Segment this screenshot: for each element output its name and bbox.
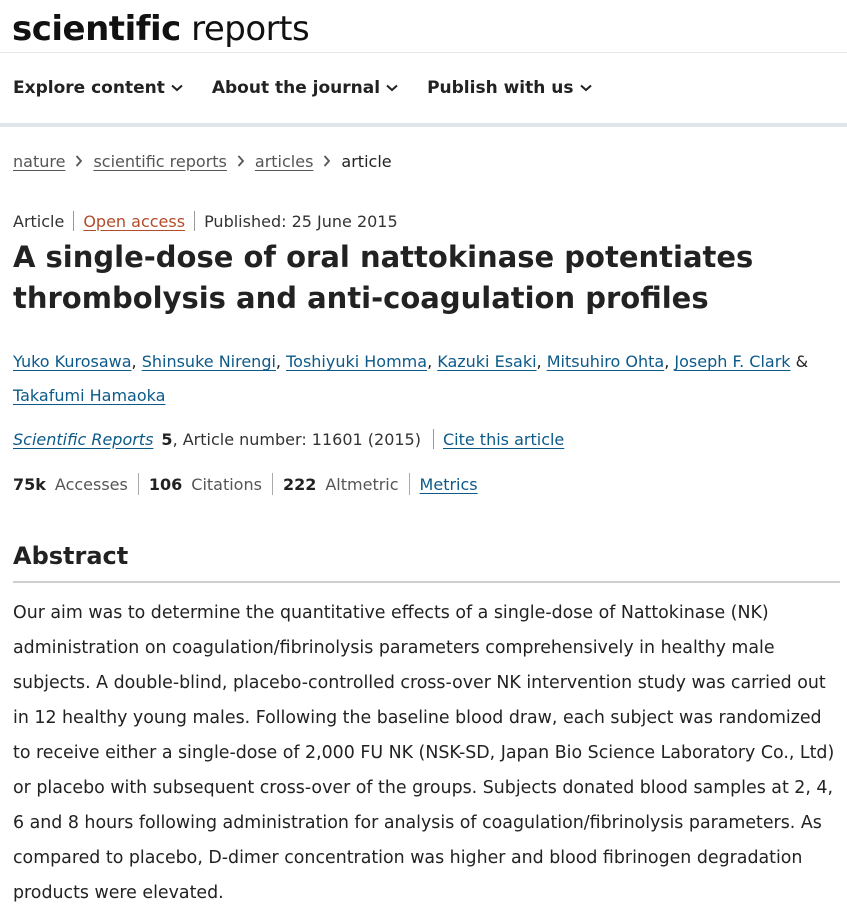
altmetric-label: Altmetric [325,474,399,494]
author-list: Yuko Kurosawa, Shinsuke Nirengi, Toshiyu… [13,352,809,405]
chevron-down-icon [386,84,398,92]
nav-label: About the journal [211,78,381,98]
author-link[interactable]: Yuko Kurosawa [13,352,132,371]
accesses-label: Accesses [54,474,128,494]
logo-light-text: reports [180,9,310,49]
abstract-divider [13,581,840,583]
nav-label: Explore content [13,78,165,98]
author-link[interactable]: Kazuki Esaki [437,352,536,371]
journal-volume: 5 [161,429,173,449]
main-nav: Explore content About the journal Publis… [0,53,847,123]
metrics-link[interactable]: Metrics [420,475,478,494]
citations-label: Citations [191,474,262,494]
journal-name-link[interactable]: Scientific Reports [13,430,153,449]
metrics-divider [408,473,410,495]
nav-about-journal[interactable]: About the journal [212,78,398,98]
altmetric-score: 222 [282,474,317,494]
abstract-heading: Abstract [13,542,129,570]
chevron-down-icon [171,84,183,92]
chevron-right-icon [323,155,331,167]
citation-divider [432,429,434,449]
chevron-right-icon [237,155,245,167]
article-number: , Article number: 11601 (2015) [172,429,421,449]
breadcrumb-articles[interactable]: articles [255,152,314,171]
author-ampersand: & [795,352,809,371]
author-link[interactable]: Takafumi Hamaoka [13,386,165,405]
nav-publish-with-us[interactable]: Publish with us [427,78,592,98]
abstract-text: Our aim was to determine the quantitativ… [13,603,835,903]
citation-row: Scientific Reports 5, Article number: 11… [0,428,847,450]
nav-divider [0,123,847,127]
breadcrumb-current: article [341,151,392,171]
chevron-down-icon [579,84,592,92]
author-link[interactable]: Toshiyuki Homma [286,352,427,371]
open-access-link[interactable]: Open access [83,212,185,231]
cite-this-article-link[interactable]: Cite this article [443,430,564,449]
article-meta: Article Open access Published: 25 June 2… [0,211,847,231]
meta-divider [73,211,75,231]
meta-divider [194,211,196,231]
journal-logo[interactable]: scientific reports [12,9,310,49]
article-metrics: 75k Accesses 106 Citations 222 Altmetric… [0,473,847,495]
breadcrumb-scientific-reports[interactable]: scientific reports [93,152,226,171]
author-link[interactable]: Mitsuhiro Ohta [547,352,665,371]
chevron-right-icon [75,155,83,167]
article-title: A single-dose of oral nattokinase potent… [13,240,754,315]
site-header: scientific reports [0,0,847,53]
accesses-count: 75k [13,474,46,494]
article-type: Article [13,211,65,231]
nav-explore-content[interactable]: Explore content [13,78,183,98]
author-link[interactable]: Joseph F. Clark [674,352,790,371]
author-link[interactable]: Shinsuke Nirengi [142,352,276,371]
logo-bold-text: scientific [12,9,181,49]
nav-label: Publish with us [427,78,574,98]
published-date: Published: 25 June 2015 [204,211,398,231]
citations-count: 106 [148,474,183,494]
metrics-divider [137,473,139,495]
breadcrumb: nature scientific reports articles artic… [0,150,847,172]
breadcrumb-nature[interactable]: nature [13,152,65,171]
metrics-divider [271,473,273,495]
